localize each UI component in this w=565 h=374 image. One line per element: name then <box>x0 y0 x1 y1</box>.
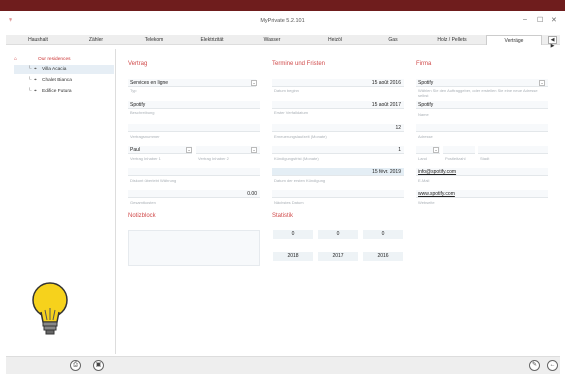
naechstes-datum-label: Nächstes Datum <box>274 200 304 205</box>
kuendigungsfrist-field[interactable]: 1 <box>272 146 404 154</box>
verfalldatum-label: Erster Verfalldatum <box>274 110 309 115</box>
minimize-button[interactable]: – <box>523 16 527 23</box>
stadt-label: Stadt <box>480 156 490 161</box>
sidebar-root-label: Our residences <box>38 57 71 62</box>
chevron-down-icon[interactable]: ⌄ <box>251 80 257 86</box>
vertragsnummer-field[interactable] <box>128 124 260 132</box>
pin-icon: ⌖ <box>34 66 37 72</box>
adresse-label: Adresse <box>418 134 433 139</box>
pin-icon: ⌖ <box>34 77 37 83</box>
statistik-year: 2017 <box>318 252 358 261</box>
section-title-notizblock: Notizblock <box>128 213 156 219</box>
webseite-field[interactable]: www.spotify.com <box>416 190 548 198</box>
inhaber2-label: Vertrag Inhaber 2 <box>198 156 229 161</box>
notizblock-textarea[interactable] <box>128 230 260 266</box>
sidebar-item-label: Chalet Bianca <box>42 78 72 83</box>
kuendigungsfrist-label: Kündigungsfrist (Monate) <box>274 156 319 161</box>
title-bar: ♆ MyPrivate 5.2.101 – ☐ ✕ <box>4 14 561 29</box>
window-title: MyPrivate 5.2.101 <box>260 18 305 24</box>
tab-gas[interactable]: Gas <box>368 35 418 45</box>
tab-elektrizitaet[interactable]: Elektrizität <box>184 35 240 45</box>
tab-haushalt[interactable]: Haushalt <box>10 35 66 45</box>
tab-zaehler[interactable]: Zähler <box>68 35 124 45</box>
email-field[interactable]: info@spotify.com <box>416 168 548 176</box>
laufzeit-label: Erneuerungslaufzeit (Monate) <box>274 134 327 139</box>
sidebar-item-label: Edifice Futura <box>42 89 72 94</box>
typ-select[interactable]: Services en ligne <box>128 79 256 87</box>
chevron-down-icon[interactable]: ⌄ <box>186 147 192 153</box>
tab-holz-pellets[interactable]: Holz / Pellets <box>420 35 484 45</box>
tab-scroll-buttons[interactable]: ◀ ▶ <box>548 36 557 49</box>
inhaber1-select[interactable]: Paul <box>128 146 192 154</box>
window-top-accent <box>0 0 565 11</box>
land-label: Land <box>418 156 427 161</box>
naechstes-datum-field[interactable] <box>272 190 404 198</box>
beschreibung-label: Beschreibung <box>130 110 155 115</box>
datum-beginn-label: Datum beginn <box>274 88 299 93</box>
verfalldatum-field[interactable]: 15 août 2017 <box>272 101 404 109</box>
waehrung-field[interactable] <box>128 168 260 176</box>
datum-beginn-field[interactable]: 15 août 2016 <box>272 79 404 87</box>
edit-icon[interactable]: ✎ <box>529 360 540 371</box>
firma-hint: Wählen Sie den Auftraggeber, oder erstel… <box>418 88 538 98</box>
chevron-down-icon[interactable]: ⌄ <box>251 147 257 153</box>
adresse-field[interactable] <box>416 124 548 132</box>
name-field[interactable]: Spotify <box>416 101 548 109</box>
inhaber1-label: Vertrag Inhaber 1 <box>130 156 161 161</box>
name-label: Name <box>418 112 429 117</box>
email-label: E-Mail <box>418 178 430 183</box>
laufzeit-field[interactable]: 12 <box>272 124 404 132</box>
statistik-value: 0 <box>363 230 403 239</box>
chevron-down-icon[interactable]: ⌄ <box>433 147 439 153</box>
pin-icon: ⌖ <box>34 88 37 94</box>
typ-label: Typ <box>130 88 137 93</box>
tree-connector-icon: └ <box>28 88 32 94</box>
statistik-year: 2018 <box>273 252 313 261</box>
tab-telekom[interactable]: Telekom <box>126 35 182 45</box>
vertragsnummer-label: Vertragsnummer <box>130 134 160 139</box>
sidebar-root[interactable]: ⌂ Our residences <box>14 55 114 64</box>
maximize-button[interactable]: ☐ <box>537 16 543 24</box>
erste-kuendigung-label: Datum der ersten Kündigung <box>274 178 326 183</box>
bottom-toolbar: ⎙ ▣ ✎ ← <box>6 356 560 374</box>
statistik-year: 2016 <box>363 252 403 261</box>
firma-select[interactable]: Spotify <box>416 79 548 87</box>
statistik-value: 0 <box>273 230 313 239</box>
sidebar-item-edifice-futura[interactable]: └ ⌖ Edifice Futura <box>14 87 114 96</box>
postleitzahl-field[interactable] <box>443 146 475 154</box>
tab-wasser[interactable]: Wasser <box>242 35 302 45</box>
sidebar-item-villa-acacia[interactable]: └ ⌖ Villa Acacia <box>14 65 114 74</box>
lightbulb-icon <box>32 282 68 335</box>
back-icon[interactable]: ← <box>547 360 558 371</box>
webseite-label: Webseite <box>418 200 435 205</box>
sidebar-item-chalet-bianca[interactable]: └ ⌖ Chalet Bianca <box>14 76 114 85</box>
section-title-statistik: Statistik <box>272 213 294 219</box>
print-icon[interactable]: ⎙ <box>70 360 81 371</box>
gesamtkosten-label: Gesamtkosten <box>130 200 156 205</box>
chevron-down-icon[interactable]: ⌄ <box>539 80 545 86</box>
tree-connector-icon: └ <box>28 66 32 72</box>
stadt-field[interactable] <box>478 146 548 154</box>
tree-connector-icon: └ <box>28 77 32 83</box>
erste-kuendigung-field[interactable]: 15 févr. 2019 <box>272 168 404 176</box>
house-icon: ⌂ <box>14 56 18 62</box>
section-title-firma: Firma <box>416 61 432 67</box>
tab-heizoel[interactable]: Heizöl <box>304 35 366 45</box>
close-button[interactable]: ✕ <box>551 16 557 24</box>
beschreibung-field[interactable]: Spotify <box>128 101 260 109</box>
tab-bar: Haushalt Zähler Telekom Elektrizität Was… <box>6 35 560 49</box>
postleitzahl-label: Postleitzahl <box>445 156 466 161</box>
gesamtkosten-field[interactable]: 0.00 <box>128 190 260 198</box>
statistik-value: 0 <box>318 230 358 239</box>
tab-vertraege[interactable]: Verträge <box>486 35 542 45</box>
save-icon[interactable]: ▣ <box>93 360 104 371</box>
section-title-vertrag: Vertrag <box>128 61 148 67</box>
waehrung-label: Diskont überlebt Währung <box>130 178 177 183</box>
section-title-termine: Termine und Fristen <box>272 61 326 67</box>
sidebar-item-label: Villa Acacia <box>42 67 67 72</box>
